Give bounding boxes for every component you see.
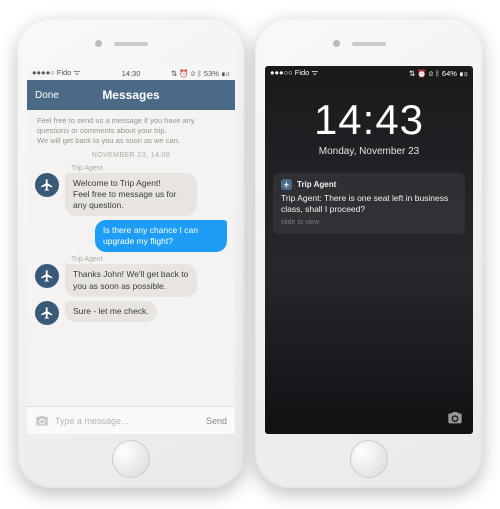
message-row-in: Thanks John! We'll get back to you as so… [35,264,227,296]
phone-mockup-left: ●●●●○ Fido ᯤ 14:30 ⇅ ⏰ ⊘ ᛒ 53% ▮▯ Done M… [17,18,245,488]
bubble-incoming: Welcome to Trip Agent! Feel free to mess… [65,173,197,216]
intro-text: Feel free to send us a message if you ha… [27,110,235,149]
lock-date: Monday, November 23 [265,146,473,157]
plane-icon [35,264,59,288]
message-list[interactable]: Trip Agent Welcome to Trip Agent! Feel f… [27,162,235,406]
bubble-incoming: Thanks John! We'll get back to you as so… [65,264,197,296]
notification-card[interactable]: Trip Agent Trip Agent: There is one seat… [273,173,465,234]
status-bar: ●●●●○ Fido ᯤ 14:30 ⇅ ⏰ ⊘ ᛒ 53% ▮▯ [27,66,235,80]
camera-icon[interactable] [35,414,49,428]
nav-bar: Done Messages [27,80,235,110]
notification-body: Trip Agent: There is one seat left in bu… [281,193,457,215]
message-row-out: Is there any chance I can upgrade my fli… [35,220,227,252]
plane-icon [35,301,59,325]
phone-mockup-right: ●●●○○ Fido ᯤ ⇅ ⏰ ⊘ ᛒ 64% ▮▯ 14:43 Monday… [255,18,483,488]
plane-icon [35,173,59,197]
bubble-incoming: Sure - let me check. [65,301,157,322]
status-bar: ●●●○○ Fido ᯤ ⇅ ⏰ ⊘ ᛒ 64% ▮▯ [265,66,473,80]
plane-icon [281,179,292,190]
message-input[interactable]: Type a message... [55,416,200,426]
nav-title: Messages [102,88,159,102]
sender-label: Trip Agent [71,256,227,263]
bubble-outgoing: Is there any chance I can upgrade my fli… [95,220,227,252]
timestamp-label: NOVEMBER 23, 14:08 [27,149,235,162]
lock-screen: ●●●○○ Fido ᯤ ⇅ ⏰ ⊘ ᛒ 64% ▮▯ 14:43 Monday… [265,66,473,434]
sender-label: Trip Agent [71,165,227,172]
chat-screen: ●●●●○ Fido ᯤ 14:30 ⇅ ⏰ ⊘ ᛒ 53% ▮▯ Done M… [27,66,235,434]
done-button[interactable]: Done [35,90,59,101]
send-button[interactable]: Send [206,416,227,426]
message-row-in: Welcome to Trip Agent! Feel free to mess… [35,173,227,216]
camera-icon[interactable] [447,410,463,426]
carrier-label: ●●●○○ Fido ᯤ [270,68,318,78]
lock-clock: 14:43 [265,96,473,144]
slide-hint: slide to view [281,219,457,226]
status-time: 14:30 [27,69,235,78]
notification-app-name: Trip Agent [297,180,336,189]
status-extras: ⇅ ⏰ ⊘ ᛒ 64% ▮▯ [409,69,468,78]
composer-bar: Type a message... Send [27,406,235,434]
message-row-in: Sure - let me check. [35,301,227,325]
